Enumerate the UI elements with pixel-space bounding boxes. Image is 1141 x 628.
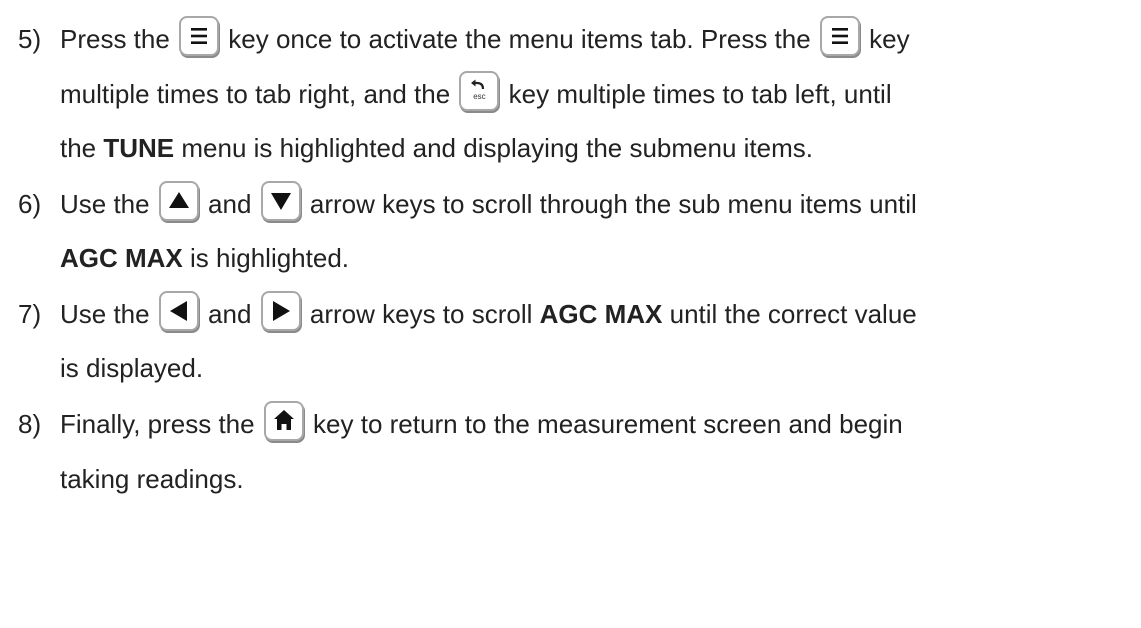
step-text: the bbox=[60, 133, 104, 163]
step-text: and bbox=[200, 189, 259, 219]
instruction-steps: 5) Press the key once to activate the me… bbox=[0, 0, 1141, 628]
left-arrow-key-icon bbox=[158, 291, 199, 332]
step-text: key once to activate the menu items tab.… bbox=[221, 24, 818, 54]
step-text: until the correct value bbox=[662, 299, 917, 329]
step-text: Use the bbox=[60, 299, 157, 329]
step-text: menu is highlighted and displaying the s… bbox=[174, 133, 813, 163]
menu-key-icon bbox=[819, 16, 860, 57]
step-text: Finally, press the bbox=[60, 409, 262, 439]
step-text: key bbox=[861, 24, 910, 54]
step-text: arrow keys to scroll bbox=[302, 299, 540, 329]
agc-max-label: AGC MAX bbox=[539, 299, 663, 329]
menu-key-icon bbox=[179, 16, 220, 57]
step-text: is displayed. bbox=[60, 353, 204, 383]
step-text: key to return to the measurement screen … bbox=[305, 409, 903, 439]
step-text: Use the bbox=[60, 189, 157, 219]
step-number: 6) bbox=[18, 189, 42, 219]
step-number: 7) bbox=[18, 299, 42, 329]
down-arrow-key-icon bbox=[260, 181, 301, 222]
step-text: and bbox=[200, 299, 259, 329]
step-number: 8) bbox=[18, 409, 42, 439]
up-arrow-key-icon bbox=[158, 181, 199, 222]
step-text: multiple times to tab right, and the bbox=[60, 79, 458, 109]
esc-label: esc bbox=[473, 92, 486, 102]
tune-menu-label: TUNE bbox=[103, 133, 175, 163]
step-text: taking readings. bbox=[60, 464, 244, 494]
step-text: Press the bbox=[60, 24, 178, 54]
step-text: is highlighted. bbox=[182, 243, 350, 273]
agc-max-label: AGC MAX bbox=[60, 243, 183, 273]
right-arrow-key-icon bbox=[260, 291, 301, 332]
step-text: key multiple times to tab left, until bbox=[501, 79, 892, 109]
esc-back-key-icon: esc bbox=[459, 71, 500, 112]
home-key-icon bbox=[263, 401, 304, 442]
step-number: 5) bbox=[18, 24, 42, 54]
step-text: arrow keys to scroll through the sub men… bbox=[302, 189, 917, 219]
